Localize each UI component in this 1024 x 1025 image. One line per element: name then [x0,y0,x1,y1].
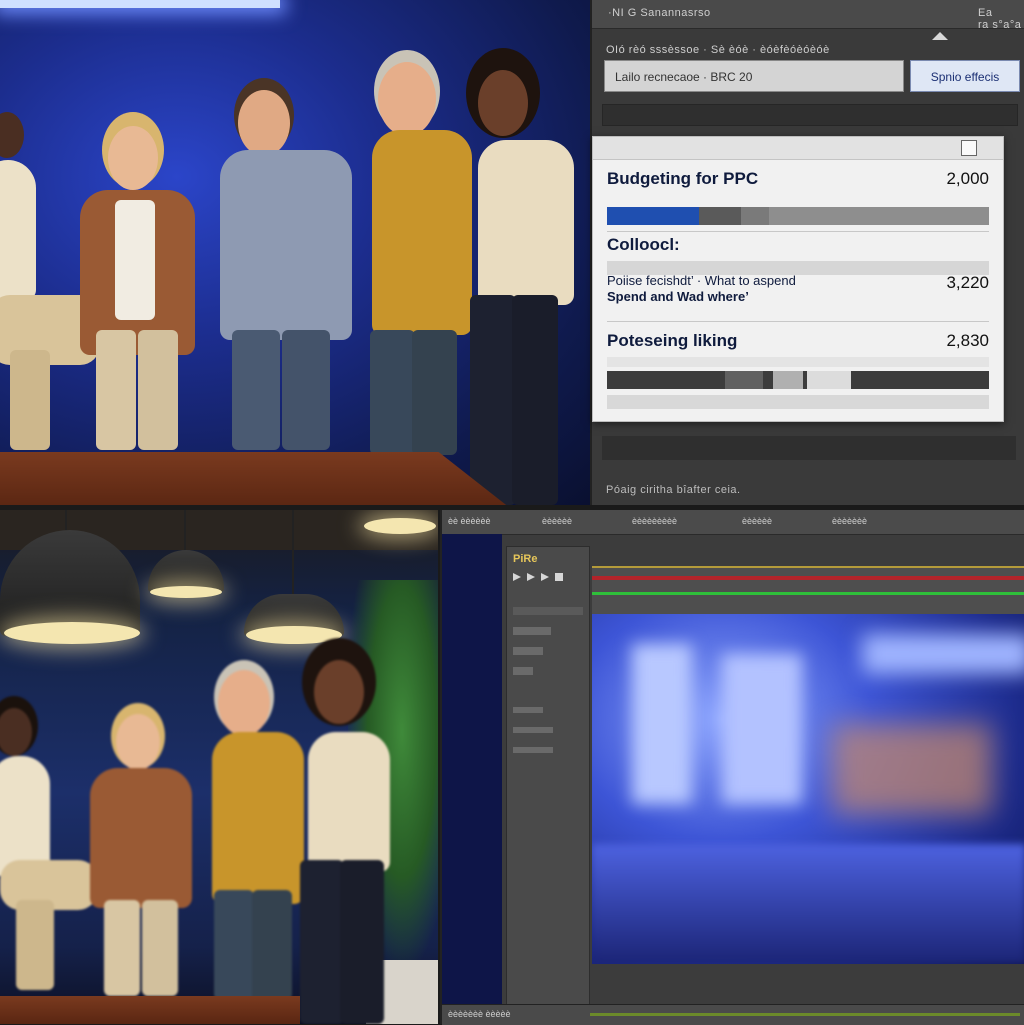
editor-status-bar: èèèèèèè èèèèè [442,1004,1024,1025]
editor-menu-4[interactable]: èèèèèè [742,516,772,526]
editor-menu-5[interactable]: èèèèèèè [832,516,867,526]
secondary-bar [607,371,989,389]
card-header [593,137,1003,160]
divider-bar [602,104,1018,126]
row1-value: 2,000 [946,169,989,188]
row4-title: Poteseing liking [607,331,738,350]
window-menu-label[interactable]: Ea ra s°a°a [978,7,1024,31]
wooden-table-bottom [0,996,300,1024]
studio-photo-bottom [0,510,438,1024]
video-preview [592,614,1024,964]
editor-menu-2[interactable]: èèèèèè [542,516,572,526]
editor-left-strip [442,534,502,1004]
options-row: OIó rèó sssèssoe · Sè èóè · èóèfèóèóèóè [606,44,830,56]
budget-card: Budgeting for PPC 2,000 Colloocl: Poiise… [592,136,1004,422]
timeline-track[interactable] [592,566,1024,614]
panel-footer-strip [602,436,1016,460]
app-menu-bar: ·NI G Sanannasrso Ea ra s°a°a [592,0,1024,31]
editor-status-text: èèèèèèè èèèèè [448,1009,511,1019]
editor-menu-1[interactable]: èè èèèèèè [448,516,491,526]
row3-line1: Poiise fecishdt’ · What to aspend [607,273,796,288]
apply-effects-button[interactable]: Spnio effecis [910,60,1020,92]
play-controls-icon[interactable] [513,569,573,587]
tools-panel: PiRe [506,546,590,1006]
wooden-table [0,452,510,505]
tools-panel-title: PiRe [513,553,538,565]
settings-field[interactable]: Lailo recnecaoe · BRC 20 [604,60,904,92]
window-close-icon[interactable] [961,140,977,156]
editor-menu-bar: èè èèèèèè èèèèèè èèèèèèèèè èèèèèè èèèèèè… [442,510,1024,535]
collapse-triangle-icon[interactable] [932,28,948,46]
pendant-lamp-4 [364,518,436,534]
timeline-green-track [592,592,1024,595]
row4-value: 2,830 [946,331,989,350]
app-title: ·NI G Sanannasrso [608,7,711,19]
editor-menu-3[interactable]: èèèèèèèèè [632,516,677,526]
budget-progress-bar [607,207,989,225]
row3-line2: Spend and Wad where’ [607,289,749,304]
studio-photo-top [0,0,590,505]
timeline-red-track [592,576,1024,580]
budget-app-window: ·NI G Sanannasrso Ea ra s°a°a OIó rèó ss… [590,0,1024,505]
row2-title: Colloocl: [607,235,680,254]
row3-value: 3,220 [946,273,989,292]
row1-title: Budgeting for PPC [607,169,759,188]
footer-status: Póaig ciritha bîafter ceia. [606,484,741,496]
ceiling-light [0,0,280,8]
video-editor-window: èè èèèèèè èèèèèè èèèèèèèèè èèèèèè èèèèèè… [440,510,1024,1025]
